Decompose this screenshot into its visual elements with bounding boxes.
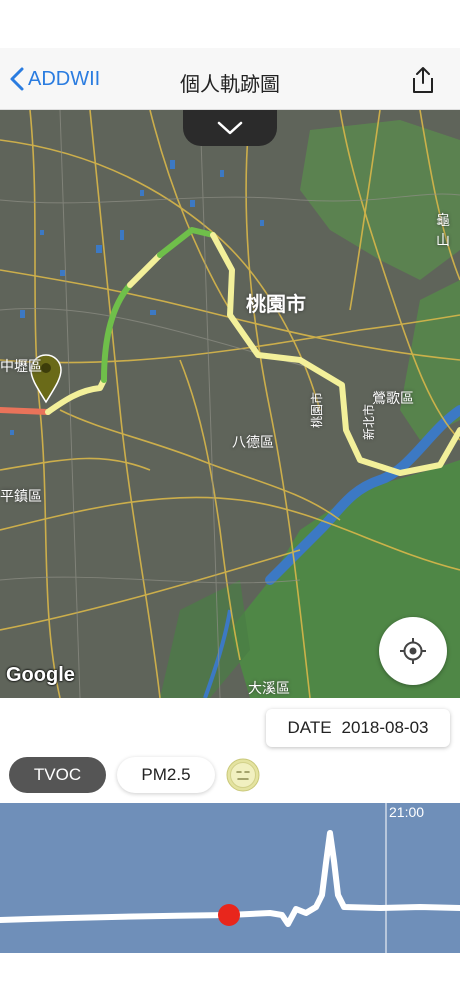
page-title: 個人軌跡圖: [180, 74, 280, 96]
map-label-taoyuan: 桃園市: [246, 294, 306, 316]
map-view[interactable]: 桃園市 中壢區 平鎮區 八德區 鶯歌區 龜山 大溪區 桃園市 新北市: [0, 110, 460, 698]
neutral-face-icon[interactable]: [226, 758, 260, 792]
share-button[interactable]: [410, 66, 436, 94]
share-icon: [413, 67, 433, 93]
map-label-pingzhen: 平鎮區: [0, 488, 42, 504]
map-label-new-taipei: 新北市: [362, 403, 376, 440]
date-value: 2018-08-03: [341, 718, 429, 737]
map-label-yingge: 鶯歌區: [372, 390, 414, 406]
date-selector[interactable]: DATE 2018-08-03: [266, 709, 450, 747]
map-label-daxi: 大溪區: [248, 680, 290, 696]
chevron-down-icon: [217, 121, 243, 135]
tvoc-chart: [0, 803, 460, 953]
date-label: DATE: [287, 718, 332, 737]
map-label-taoyuan-road: 桃園市: [310, 391, 324, 428]
my-location-button[interactable]: [379, 617, 447, 685]
map-label-bade: 八德區: [232, 434, 274, 450]
status-bar: [0, 0, 460, 48]
navigation-bar: ADDWII 個人軌跡圖: [0, 48, 460, 110]
map-label-zhongli: 中壢區: [0, 358, 42, 374]
tab-pm25[interactable]: PM2.5: [117, 757, 215, 793]
tab-tvoc[interactable]: TVOC: [9, 757, 106, 793]
google-logo: Google: [6, 664, 75, 686]
map-label-guishan: 龜山: [436, 212, 450, 248]
collapse-button[interactable]: [183, 110, 277, 146]
crosshair-icon: [400, 638, 426, 664]
current-point-marker: [218, 904, 240, 926]
chart-time-label: 21:00: [389, 804, 425, 820]
